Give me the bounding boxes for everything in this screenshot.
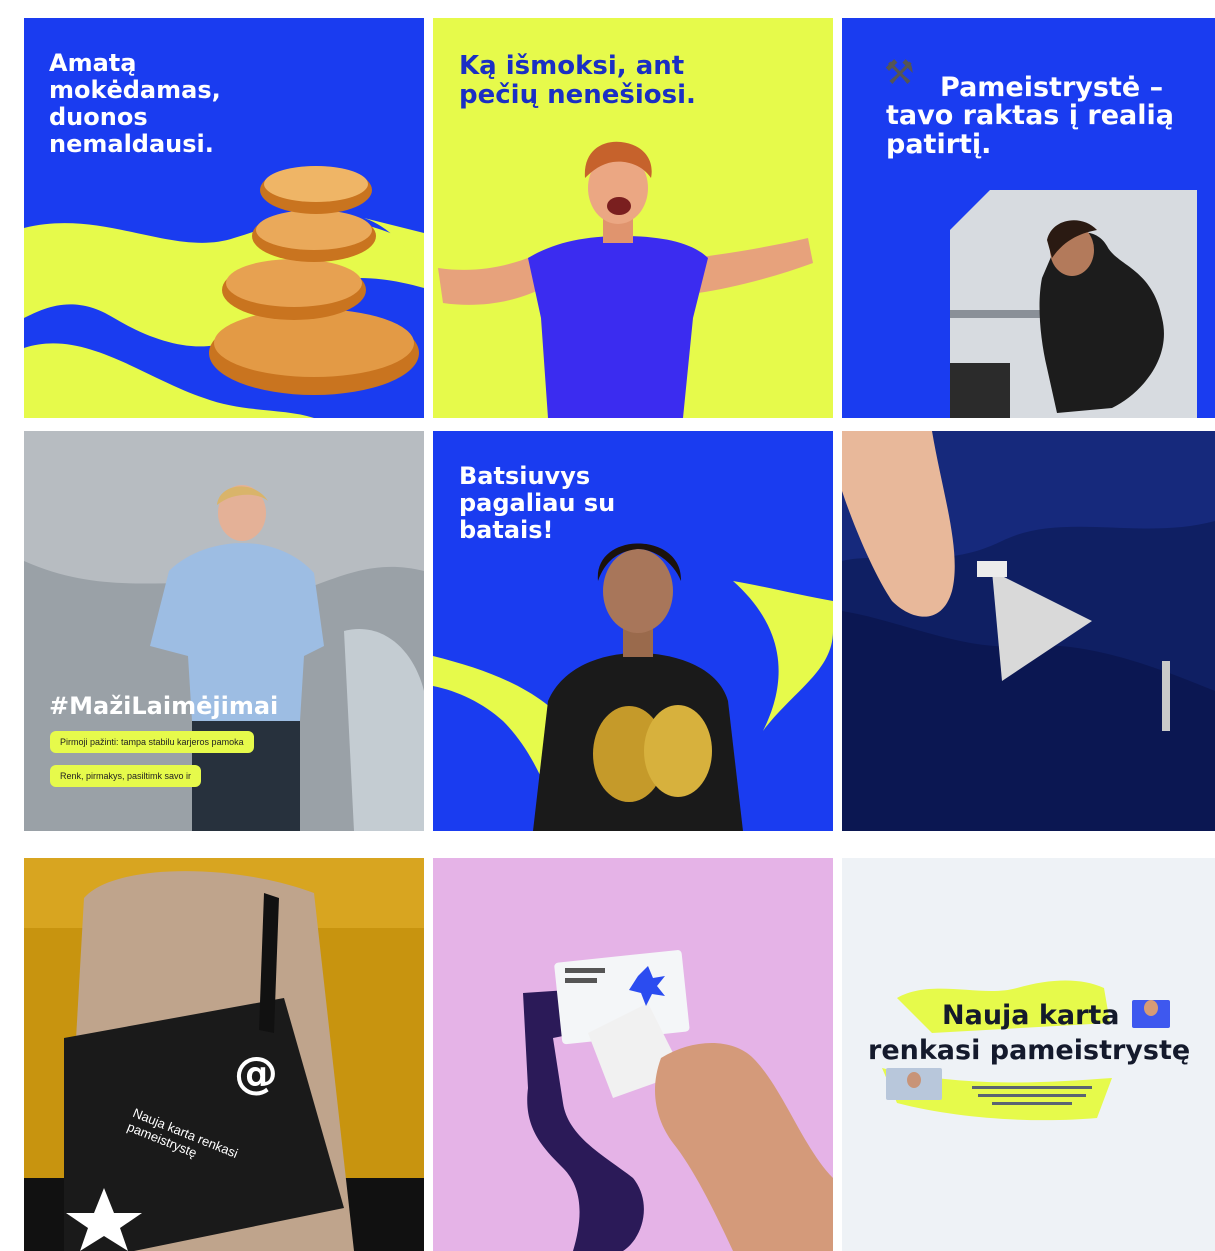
post-tile-small-wins[interactable]: #MažiLaimėjimai Pirmoji pažinti: tampa s… <box>24 431 424 831</box>
info-pill: Renk, pirmakys, pasiltimk savo ir <box>50 765 202 787</box>
post-tile-apprenticeship[interactable]: ⚒ Pameistrystė – tavo raktas į realią pa… <box>842 18 1215 418</box>
post-tile-shoemaker[interactable]: Batsiuvys pagaliau su batais! <box>433 431 833 831</box>
man-golden-shoes-photo <box>533 543 743 831</box>
tile-headline-line2: renkasi pameistrystę <box>868 1035 1191 1066</box>
tile-headline: Amatą mokėdamas, duonos nemaldausi. <box>49 49 221 158</box>
post-tile-tote-bag[interactable]: @ Nauja karta renkasi pameistrystę <box>24 858 424 1251</box>
info-pill: Pirmoji pažinti: tampa stabilu karjeros … <box>50 731 254 753</box>
post-tile-bread[interactable]: Amatą mokėdamas, duonos nemaldausi. <box>24 18 424 418</box>
hashtag-label: #MažiLaimėjimai <box>49 692 279 720</box>
pocket-card-photo <box>842 431 1215 831</box>
tote-bag-photo: @ <box>24 858 424 1251</box>
post-tile-excited-man[interactable]: Ką išmoksi, ant pečių nenešiosi. <box>433 18 833 418</box>
worker-photo <box>950 190 1197 418</box>
hand-card-photo <box>433 858 833 1251</box>
tile-headline-line1: Nauja karta <box>942 1000 1120 1031</box>
svg-text:@: @ <box>234 1048 278 1099</box>
man-photo <box>438 141 813 418</box>
post-tile-pocket-card[interactable] <box>842 431 1215 831</box>
post-tile-hand-card[interactable] <box>433 858 833 1251</box>
post-tile-new-generation[interactable]: Nauja karta renkasi pameistrystę <box>842 858 1215 1251</box>
